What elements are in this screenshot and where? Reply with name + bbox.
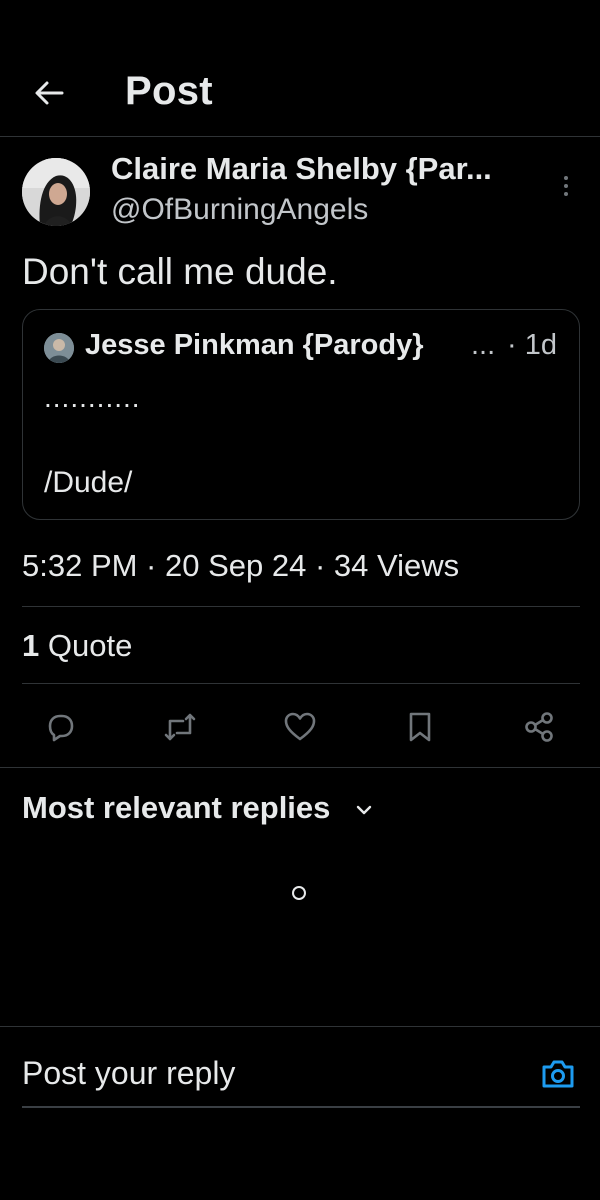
bookmark-button[interactable] <box>398 705 442 749</box>
like-icon <box>284 712 316 741</box>
camera-button[interactable] <box>538 1054 578 1094</box>
retweet-button[interactable] <box>158 705 202 749</box>
author-avatar[interactable] <box>22 158 90 226</box>
divider <box>0 767 600 768</box>
quoted-avatar-photo <box>44 333 74 363</box>
quoted-time: · 1d <box>507 329 557 361</box>
more-options-button[interactable] <box>552 172 580 200</box>
divider <box>22 606 580 607</box>
retweet-icon <box>164 713 196 741</box>
reply-input[interactable]: Post your reply <box>22 1055 235 1092</box>
composer-divider <box>0 1026 600 1027</box>
quoted-author-name: Jesse Pinkman {Parody} <box>85 329 424 361</box>
action-bar <box>0 700 600 754</box>
page-title: Post <box>125 69 213 113</box>
share-button[interactable] <box>517 705 561 749</box>
loading-spinner-icon <box>292 886 306 900</box>
reply-icon <box>48 714 74 742</box>
post-timestamp[interactable]: 5:32 PM · 20 Sep 24 · 34 Views <box>22 548 459 584</box>
chevron-down-icon[interactable] <box>352 798 376 822</box>
like-button[interactable] <box>278 705 322 749</box>
replies-sort-label[interactable]: Most relevant replies <box>22 790 330 826</box>
quote-label: Quote <box>47 628 133 663</box>
quote-count-link[interactable]: 1 Quote <box>22 628 132 664</box>
author-name[interactable]: Claire Maria Shelby {Par... <box>111 151 531 187</box>
author-handle[interactable]: @OfBurningAngels <box>111 193 368 227</box>
back-button[interactable] <box>30 74 68 112</box>
quote-count: 1 <box>22 628 40 663</box>
quoted-post-card[interactable]: Jesse Pinkman {Parody} ... · 1d ........… <box>22 309 580 520</box>
bookmark-icon <box>409 712 431 742</box>
quoted-author-truncation: ... <box>471 329 496 361</box>
reply-button[interactable] <box>38 705 82 749</box>
quoted-text-line1: ........... <box>44 382 141 413</box>
quoted-author-avatar <box>44 333 74 363</box>
more-vertical-icon <box>564 176 568 196</box>
reply-input-underline <box>22 1106 580 1108</box>
camera-icon <box>542 1060 574 1088</box>
quoted-text-line2: /Dude/ <box>44 466 133 499</box>
avatar-photo <box>22 158 90 226</box>
top-bar: Post <box>0 0 600 137</box>
share-icon <box>525 712 553 742</box>
post-text: Don't call me dude. <box>22 251 338 292</box>
divider <box>22 683 580 684</box>
arrow-left-icon <box>35 81 64 105</box>
